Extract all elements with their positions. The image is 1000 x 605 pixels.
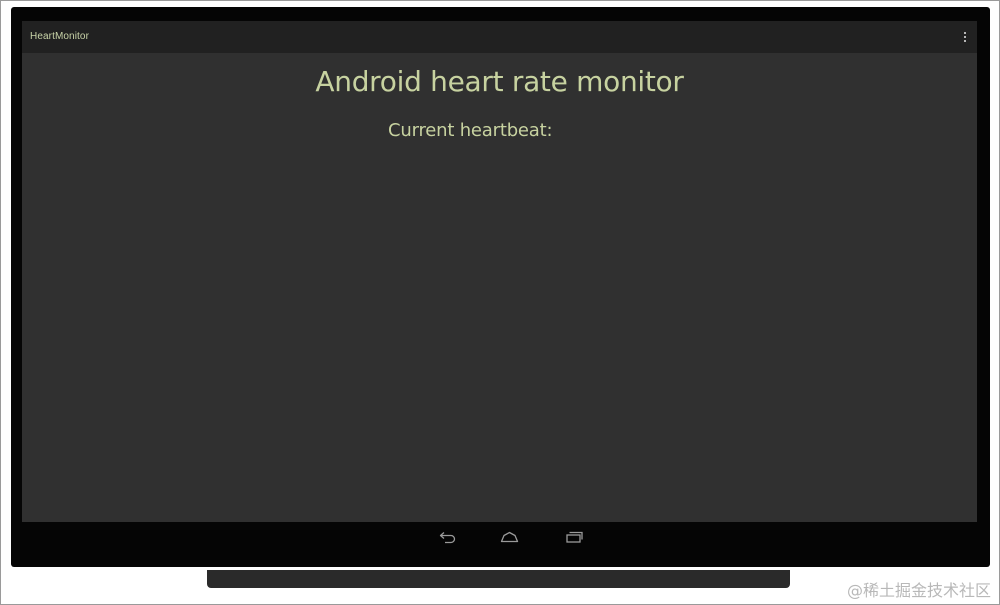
overflow-menu-icon[interactable] xyxy=(962,31,968,43)
watermark: @稀土掘金技术社区 xyxy=(846,581,991,600)
action-bar: HeartMonitor xyxy=(22,21,977,53)
tablet-device: HeartMonitor Android heart rate monitor … xyxy=(11,7,990,567)
recents-icon[interactable] xyxy=(561,529,587,545)
home-icon[interactable] xyxy=(497,529,523,545)
app-screen: HeartMonitor Android heart rate monitor … xyxy=(22,21,977,522)
back-icon[interactable] xyxy=(435,529,461,545)
screenshot-frame: HeartMonitor Android heart rate monitor … xyxy=(0,0,1000,605)
app-title: HeartMonitor xyxy=(30,31,89,42)
device-stand xyxy=(207,570,790,588)
page-title: Android heart rate monitor xyxy=(315,65,684,98)
navigation-bar xyxy=(22,523,977,553)
current-heartbeat-label: Current heartbeat: xyxy=(388,120,553,141)
